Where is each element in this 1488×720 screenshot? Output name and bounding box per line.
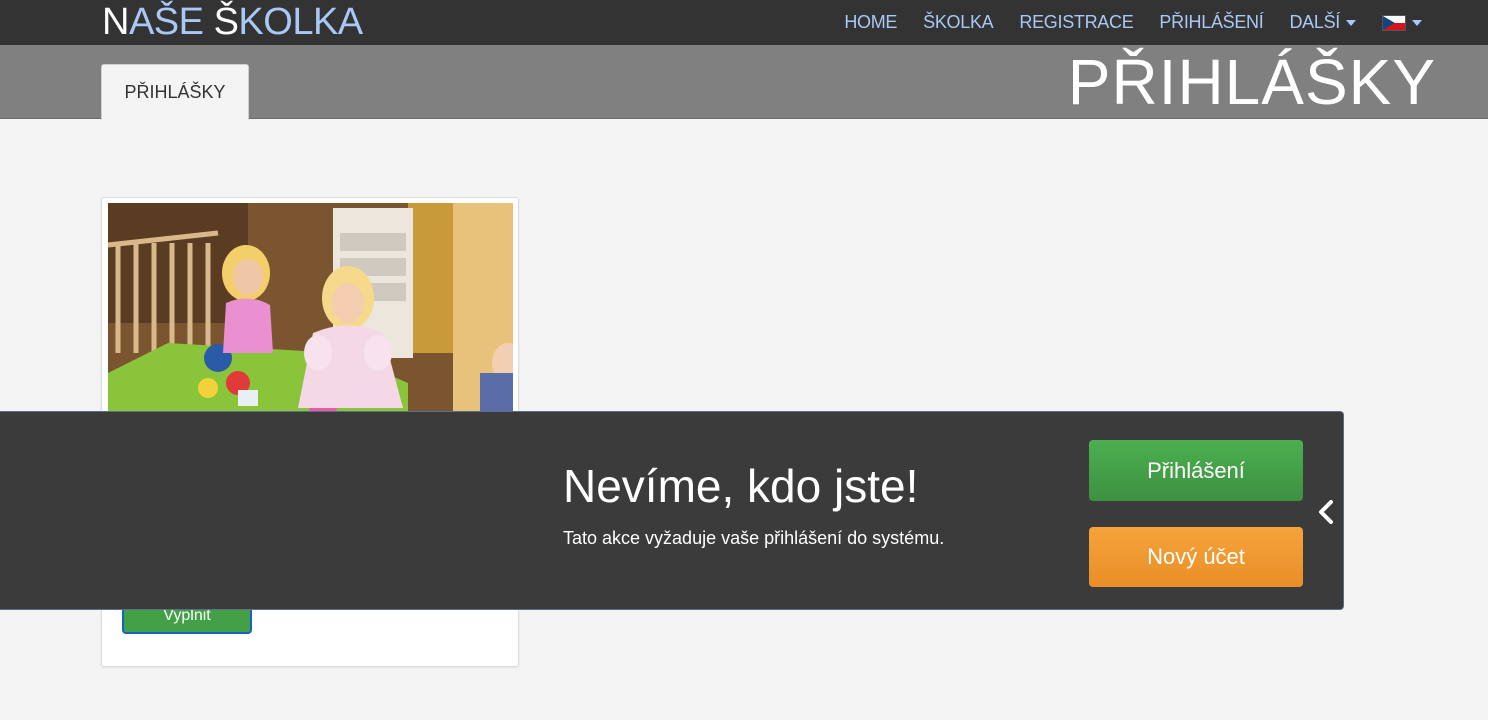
- new-account-button[interactable]: Nový účet: [1089, 527, 1303, 587]
- nav-registrace[interactable]: REGISTRACE: [1019, 12, 1133, 33]
- login-button[interactable]: Přihlášení: [1089, 440, 1303, 501]
- logo-letter-n: N: [102, 1, 129, 43]
- overlay-message: Tato akce vyžaduje vaše přihlášení do sy…: [563, 528, 945, 548]
- tab-prihlasky[interactable]: PŘIHLÁŠKY: [101, 64, 249, 120]
- nav-dalsi-label: DALŠÍ: [1289, 12, 1340, 32]
- top-navbar: NAŠE ŠKOLKA HOME ŠKOLKA REGISTRACE PŘIHL…: [0, 0, 1488, 45]
- nav-dalsi-dropdown[interactable]: DALŠÍ: [1289, 12, 1356, 33]
- caret-down-icon: [1412, 19, 1422, 26]
- main-nav: HOME ŠKOLKA REGISTRACE PŘIHLÁŠENÍ DALŠÍ: [844, 0, 1422, 45]
- auth-required-overlay: Nevíme, kdo jste! Tato akce vyžaduje vaš…: [0, 411, 1344, 610]
- nav-skolka[interactable]: ŠKOLKA: [923, 12, 994, 33]
- site-logo[interactable]: NAŠE ŠKOLKA: [102, 1, 363, 43]
- caret-down-icon: [1346, 19, 1356, 26]
- children-photo: [108, 203, 513, 413]
- logo-text-ase: AŠE: [128, 1, 214, 43]
- logo-letter-s: Š: [213, 1, 239, 43]
- page-title: PŘIHLÁŠKY: [1067, 46, 1436, 118]
- overlay-title: Nevíme, kdo jste!: [563, 460, 919, 512]
- czech-flag-icon: [1382, 14, 1406, 31]
- language-dropdown[interactable]: [1382, 14, 1422, 31]
- nav-prihlaseni[interactable]: PŘIHLÁŠENÍ: [1159, 12, 1263, 33]
- page-header-bar: PŘIHLÁŠKY PŘIHLÁŠKY: [0, 45, 1488, 120]
- chevron-left-icon[interactable]: [1314, 498, 1338, 526]
- logo-text-kolka: KOLKA: [238, 1, 363, 43]
- children-photo-illustration: [108, 203, 513, 413]
- nav-home[interactable]: HOME: [844, 12, 897, 33]
